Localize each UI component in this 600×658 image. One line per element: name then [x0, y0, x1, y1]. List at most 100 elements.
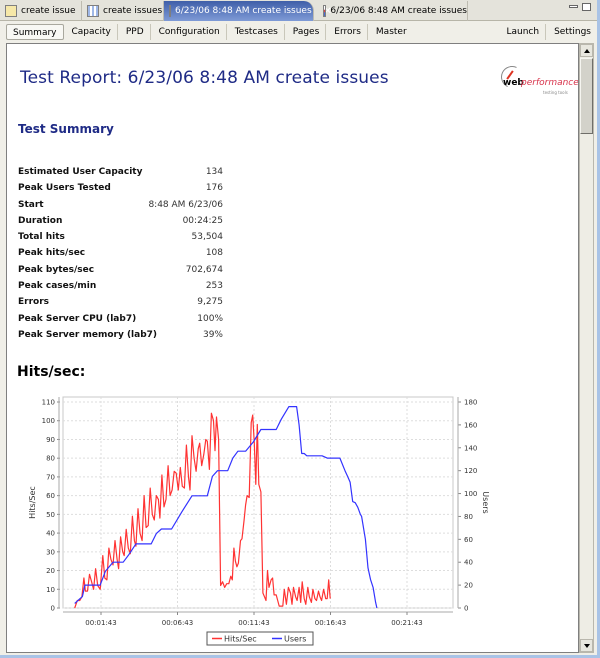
x-tick-label: 00:06:43 [162, 619, 193, 627]
nav-configuration[interactable]: Configuration [153, 24, 227, 40]
summary-table: Estimated User Capacity 134 Peak Users Tes… [18, 167, 223, 346]
y2-tick-label: 120 [464, 467, 477, 475]
report-icon [323, 5, 327, 17]
summary-label: Duration [18, 215, 63, 226]
summary-row: Peak hits/sec 108 [18, 248, 223, 264]
y2-tick-label: 100 [464, 490, 477, 498]
chart-svg: 0 10 20 30 40 50 60 70 80 90 100 110 0 20 40 60 80 100 120… [28, 396, 490, 646]
summary-label: Errors [18, 297, 50, 308]
y-tick-label: 0 [51, 605, 55, 613]
report-icon [169, 5, 171, 17]
summary-row: Total hits 53,504 [18, 232, 223, 248]
y2-tick-label: 180 [464, 399, 477, 407]
summary-value: 8:48 AM 6/23/06 [148, 199, 223, 210]
load-config-icon [87, 5, 99, 17]
y2-tick-label: 160 [464, 421, 477, 429]
nav-ppd[interactable]: PPD [120, 24, 151, 40]
summary-row: Start 8:48 AM 6/23/06 [18, 200, 223, 216]
summary-label: Total hits [18, 232, 65, 243]
summary-value: 176 [205, 183, 223, 194]
nav-launch[interactable]: Launch [500, 24, 547, 40]
nav-testcases[interactable]: Testcases [229, 24, 285, 40]
editor-tab-create-issue[interactable]: create issue [0, 1, 82, 21]
summary-value: 53,504 [191, 232, 224, 243]
tab-label: create issue [21, 6, 76, 16]
hits-users-chart: 0 10 20 30 40 50 60 70 80 90 100 110 0 20 40 60 80 100 120… [7, 384, 578, 652]
summary-label: Peak cases/min [18, 281, 97, 292]
summary-row: Estimated User Capacity 134 [18, 167, 223, 183]
tab-label: create issues [103, 6, 163, 16]
y2-tick-label: 20 [464, 582, 473, 590]
nav-master[interactable]: Master [370, 24, 413, 40]
y2-tick-label: 140 [464, 444, 477, 452]
y-tick-label: 70 [46, 473, 55, 481]
x-tick-label: 00:16:43 [315, 619, 346, 627]
nav-right-group: Launch Settings [498, 24, 597, 40]
summary-value: 9,275 [197, 297, 223, 308]
page-title: Test Report: 6/23/06 8:48 AM create issu… [20, 68, 389, 88]
scroll-down-arrow-icon[interactable] [580, 639, 593, 652]
nav-settings[interactable]: Settings [548, 24, 597, 40]
nav-summary[interactable]: Summary [6, 24, 64, 40]
report-nav-bar: Summary Capacity PPD Configuration Testc… [0, 22, 597, 42]
summary-value: 108 [205, 248, 223, 259]
x-tick-label: 00:01:43 [85, 619, 116, 627]
summary-row: Errors 9,275 [18, 297, 223, 313]
logo-tagline: testing tools [543, 90, 568, 95]
maximize-icon[interactable] [582, 3, 591, 11]
y-tick-label: 40 [46, 530, 55, 538]
summary-label: Peak Server CPU (lab7) [18, 313, 137, 324]
scrollbar-thumb[interactable] [580, 58, 593, 134]
y2-tick-label: 80 [464, 513, 473, 521]
x-tick-label: 00:11:43 [238, 619, 269, 627]
y2-axis-title: Users [481, 491, 490, 513]
report-content: Test Report: 6/23/06 8:48 AM create issu… [6, 43, 579, 653]
tab-label: 6/23/06 8:48 AM create issues [175, 6, 312, 16]
y-tick-label: 100 [42, 417, 55, 425]
logo-text-italic: performance [521, 78, 579, 88]
y-tick-label: 30 [46, 548, 55, 556]
editor-tab-report-active[interactable]: 6/23/06 8:48 AM create issues ✕ [164, 1, 332, 21]
scroll-up-arrow-icon[interactable] [580, 44, 593, 57]
legend-label: Users [284, 635, 306, 644]
legend-label: Hits/Sec [224, 635, 257, 644]
report-window: create issue create issues 6/23/06 8:48 … [0, 0, 600, 658]
nav-errors[interactable]: Errors [328, 24, 368, 40]
minimize-icon[interactable] [569, 5, 578, 8]
nav-capacity[interactable]: Capacity [66, 24, 118, 40]
testcase-icon [5, 5, 17, 17]
summary-value: 00:24:25 [182, 215, 223, 226]
editor-tab-bar: create issue create issues 6/23/06 8:48 … [0, 0, 597, 21]
y-tick-label: 110 [42, 399, 55, 407]
tab-label: 6/23/06 8:48 AM create issues [330, 6, 467, 16]
summary-row: Peak Server memory (lab7) 39% [18, 330, 223, 346]
y-axis-title: Hits/Sec [28, 486, 37, 519]
editor-tab-report[interactable]: 6/23/06 8:48 AM create issues [318, 1, 468, 21]
section-title: Test Summary [18, 122, 114, 136]
window-controls [569, 3, 591, 11]
summary-value: 253 [205, 281, 223, 292]
y2-tick-label: 40 [464, 559, 473, 567]
nav-pages[interactable]: Pages [287, 24, 327, 40]
y-tick-label: 10 [46, 586, 55, 594]
summary-row: Peak Users Tested 176 [18, 183, 223, 199]
summary-label: Peak bytes/sec [18, 264, 95, 275]
summary-label: Peak hits/sec [18, 248, 86, 259]
summary-row: Peak cases/min 253 [18, 281, 223, 297]
y-tick-label: 80 [46, 455, 55, 463]
y-tick-label: 60 [46, 492, 55, 500]
x-tick-label: 00:21:43 [391, 619, 422, 627]
summary-label: Estimated User Capacity [18, 167, 143, 177]
chart-heading: Hits/sec: [17, 364, 86, 380]
y-tick-label: 90 [46, 436, 55, 444]
summary-value: 134 [205, 167, 223, 177]
vertical-scrollbar[interactable] [579, 43, 594, 653]
summary-label: Peak Users Tested [18, 183, 111, 194]
summary-label: Peak Server memory (lab7) [18, 329, 158, 340]
summary-value: 39% [202, 329, 223, 340]
webperformance-logo: web performance testing tools [497, 62, 578, 100]
summary-value: 100% [197, 313, 223, 324]
y2-tick-label: 0 [464, 605, 468, 613]
editor-tab-create-issues[interactable]: create issues [82, 1, 164, 21]
summary-row: Duration 00:24:25 [18, 216, 223, 232]
